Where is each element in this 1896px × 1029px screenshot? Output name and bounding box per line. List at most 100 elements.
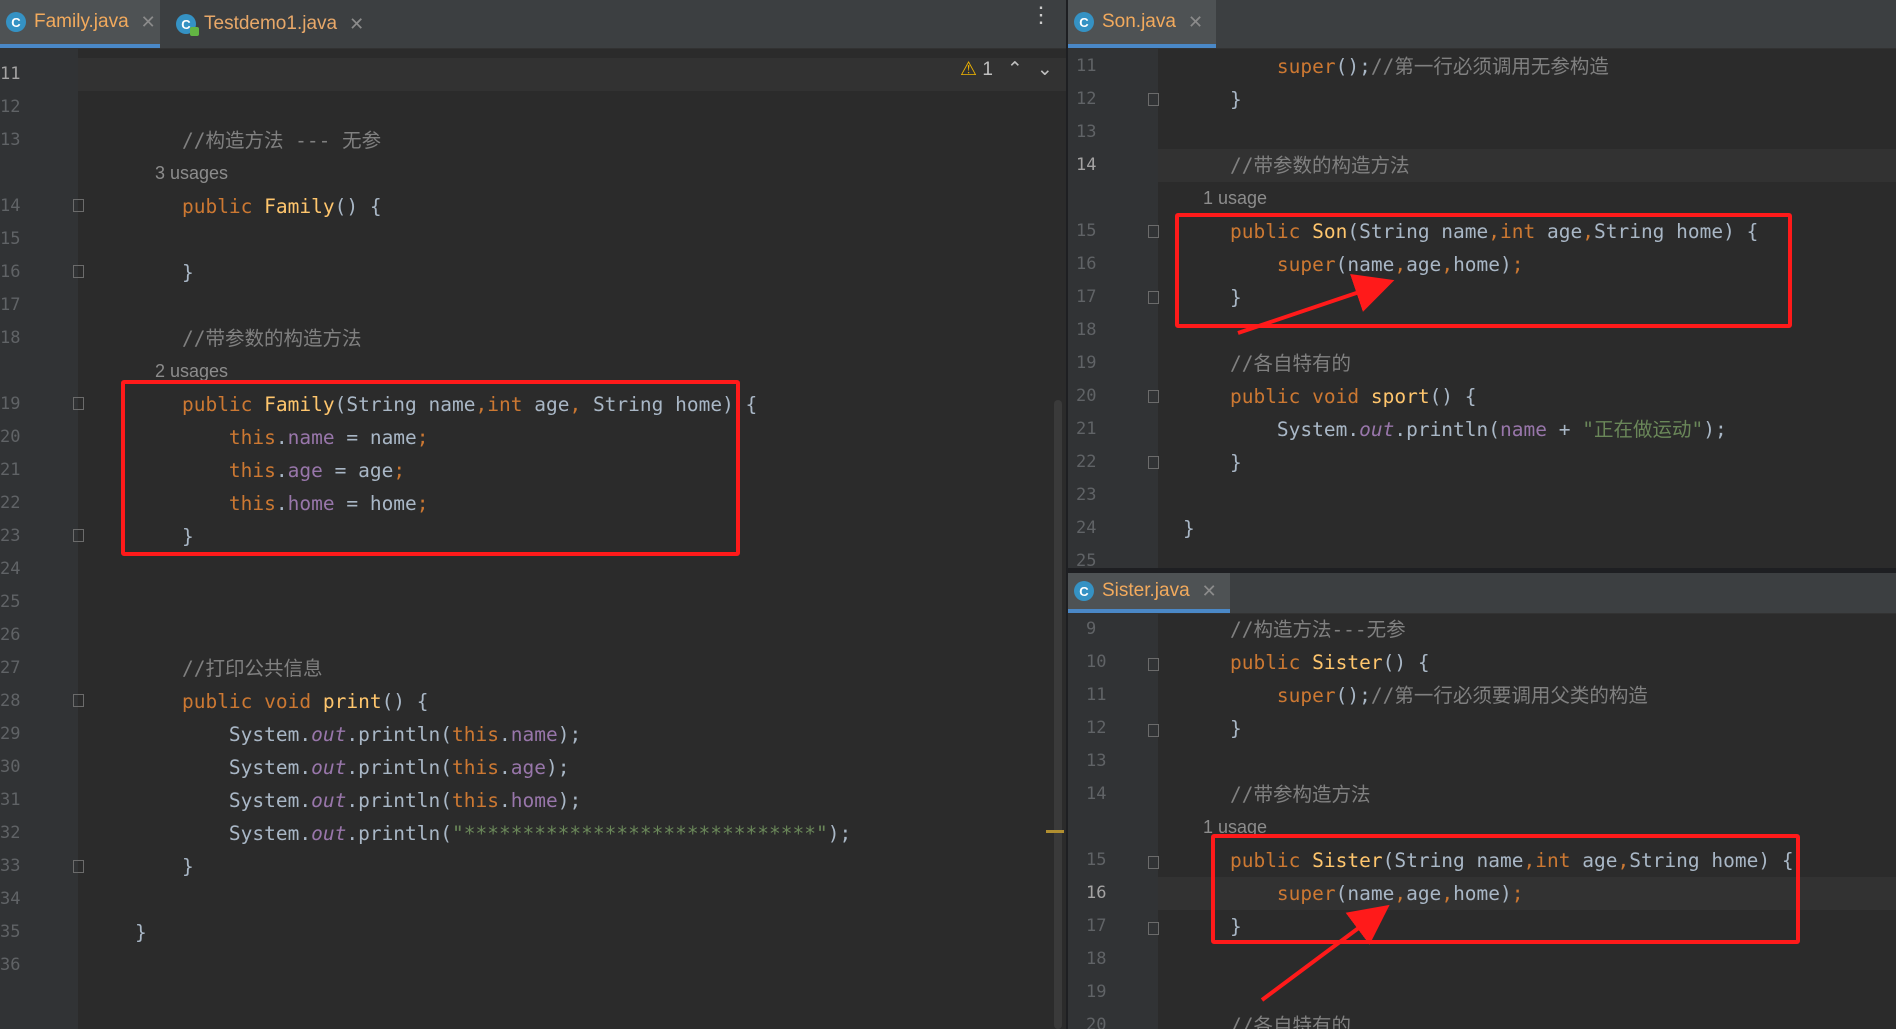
code-token: ); <box>557 723 582 746</box>
code-editor-sister[interactable]: //构造方法---无参 public Sister() { super();//… <box>1158 613 1896 1029</box>
line-number: 17 <box>0 295 21 315</box>
fold-marker-icon[interactable] <box>1148 856 1159 869</box>
tab-label: Son.java <box>1102 11 1176 32</box>
code-line[interactable]: } <box>1158 83 1896 116</box>
warning-marker[interactable] <box>1046 830 1064 833</box>
code-line[interactable]: } <box>78 916 1066 949</box>
right-bottom-editor-pane: C Sister.java ✕ 9 10 11 12 13 14 15 16 17 18 19 20 … <box>1068 573 1896 1029</box>
code-token: out <box>311 723 347 746</box>
code-line[interactable]: //构造方法 --- 无参 <box>78 124 1066 157</box>
fold-marker-icon[interactable] <box>73 265 84 278</box>
java-runnable-class-icon: C <box>176 14 199 36</box>
tab-son-java[interactable]: C Son.java ✕ <box>1068 0 1216 48</box>
fold-marker-icon[interactable] <box>1148 724 1159 737</box>
fold-marker-icon[interactable] <box>1148 456 1159 469</box>
line-number: 12 <box>1076 89 1097 109</box>
vertical-scrollbar[interactable] <box>1054 400 1062 1029</box>
fold-marker-icon[interactable] <box>1148 93 1159 106</box>
code-comment: //构造方法 --- 无参 <box>135 129 382 152</box>
code-token: System. <box>135 789 312 812</box>
line-number: 24 <box>0 559 21 579</box>
code-line[interactable] <box>1158 745 1896 778</box>
code-line[interactable]: } <box>78 850 1066 883</box>
code-line[interactable]: //打印公共信息 <box>78 652 1066 685</box>
line-number: 19 <box>0 394 21 414</box>
code-token: ); <box>1703 418 1727 441</box>
code-line[interactable] <box>78 949 1066 982</box>
fold-marker-icon[interactable] <box>73 860 84 873</box>
tab-family-java[interactable]: C Family.java ✕ <box>0 0 160 48</box>
code-line[interactable] <box>78 58 1066 91</box>
code-line[interactable] <box>1158 976 1896 1009</box>
code-line[interactable] <box>78 223 1066 256</box>
tab-sister-java[interactable]: C Sister.java ✕ <box>1068 573 1230 613</box>
code-text: } <box>135 855 194 878</box>
line-number: 23 <box>0 526 21 546</box>
line-number: 18 <box>1076 320 1097 340</box>
code-text: public void print() { <box>135 685 429 718</box>
code-line[interactable]: public Family() { <box>78 190 1066 223</box>
code-line[interactable] <box>1158 116 1896 149</box>
code-line[interactable] <box>78 883 1066 916</box>
code-line[interactable]: //各自特有的 <box>1158 347 1896 380</box>
code-line[interactable]: 1 usage <box>1158 182 1896 215</box>
line-number: 16 <box>1076 254 1097 274</box>
code-line[interactable]: System.out.println(this.home); <box>78 784 1066 817</box>
code-line[interactable]: public void sport() { <box>1158 380 1896 413</box>
fold-marker-icon[interactable] <box>73 397 84 410</box>
code-line[interactable] <box>78 553 1066 586</box>
code-line[interactable]: System.out.println(this.name); <box>78 718 1066 751</box>
usage-hint[interactable]: 1 usage <box>1183 182 1267 215</box>
code-line[interactable] <box>1158 479 1896 512</box>
line-number: 20 <box>0 427 21 447</box>
close-icon[interactable]: ✕ <box>1202 581 1217 602</box>
chevron-down-icon[interactable]: ⌄ <box>1037 58 1053 81</box>
code-line[interactable]: System.out.println(this.age); <box>78 751 1066 784</box>
chevron-up-icon[interactable]: ⌃ <box>1007 58 1023 81</box>
code-line[interactable]: //构造方法---无参 <box>1158 613 1896 646</box>
fold-marker-icon[interactable] <box>1148 390 1159 403</box>
code-line[interactable]: public void print() { <box>78 685 1066 718</box>
fold-marker-icon[interactable] <box>73 529 84 542</box>
code-line[interactable]: super();//第一行必须调用无参构造 <box>1158 50 1896 83</box>
code-token: ); <box>545 756 570 779</box>
code-line[interactable]: //带参构造方法 <box>1158 778 1896 811</box>
code-line[interactable]: } <box>1158 712 1896 745</box>
more-options-icon[interactable]: ⋮ <box>1030 5 1052 27</box>
code-line[interactable]: } <box>78 256 1066 289</box>
code-line[interactable] <box>78 289 1066 322</box>
fold-marker-icon[interactable] <box>73 199 84 212</box>
fold-marker-icon[interactable] <box>1148 922 1159 935</box>
code-line[interactable]: //带参数的构造方法 <box>78 322 1066 355</box>
inspection-widget[interactable]: ⚠ 1 ⌃ ⌄ <box>960 58 1053 81</box>
close-icon[interactable]: ✕ <box>1188 12 1203 33</box>
code-text: } <box>1183 717 1242 740</box>
code-line[interactable]: 3 usages <box>78 157 1066 190</box>
code-line[interactable] <box>78 586 1066 619</box>
fold-marker-icon[interactable] <box>73 694 84 707</box>
code-line[interactable] <box>78 91 1066 124</box>
code-token: + <box>1546 418 1583 441</box>
left-editor-pane: C Family.java ✕ C Testdemo1.java ✕ ⋮ 11 1… <box>0 0 1066 1029</box>
code-line[interactable]: System.out.println("********************… <box>78 817 1066 850</box>
line-number: 17 <box>1086 916 1107 936</box>
close-icon[interactable]: ✕ <box>349 14 364 35</box>
code-line[interactable]: //各自特有的 <box>1158 1009 1896 1029</box>
code-line[interactable] <box>78 619 1066 652</box>
code-token: . <box>498 789 511 812</box>
code-line[interactable] <box>1158 545 1896 568</box>
code-line[interactable]: public Sister() { <box>1158 646 1896 679</box>
usage-hint[interactable]: 3 usages <box>135 157 228 190</box>
code-line[interactable]: } <box>1158 512 1896 545</box>
code-line[interactable]: super();//第一行必须要调用父类的构造 <box>1158 679 1896 712</box>
code-line[interactable]: } <box>1158 446 1896 479</box>
close-icon[interactable]: ✕ <box>141 12 156 33</box>
code-line[interactable] <box>1158 943 1896 976</box>
fold-marker-icon[interactable] <box>1148 291 1159 304</box>
fold-marker-icon[interactable] <box>1148 225 1159 238</box>
fold-marker-icon[interactable] <box>1148 658 1159 671</box>
code-line[interactable]: System.out.println(name + "正在做运动"); <box>1158 413 1896 446</box>
tab-testdemo1-java[interactable]: C Testdemo1.java ✕ <box>170 0 370 48</box>
line-number: 21 <box>0 460 21 480</box>
code-line[interactable]: //带参数的构造方法 <box>1158 149 1896 182</box>
